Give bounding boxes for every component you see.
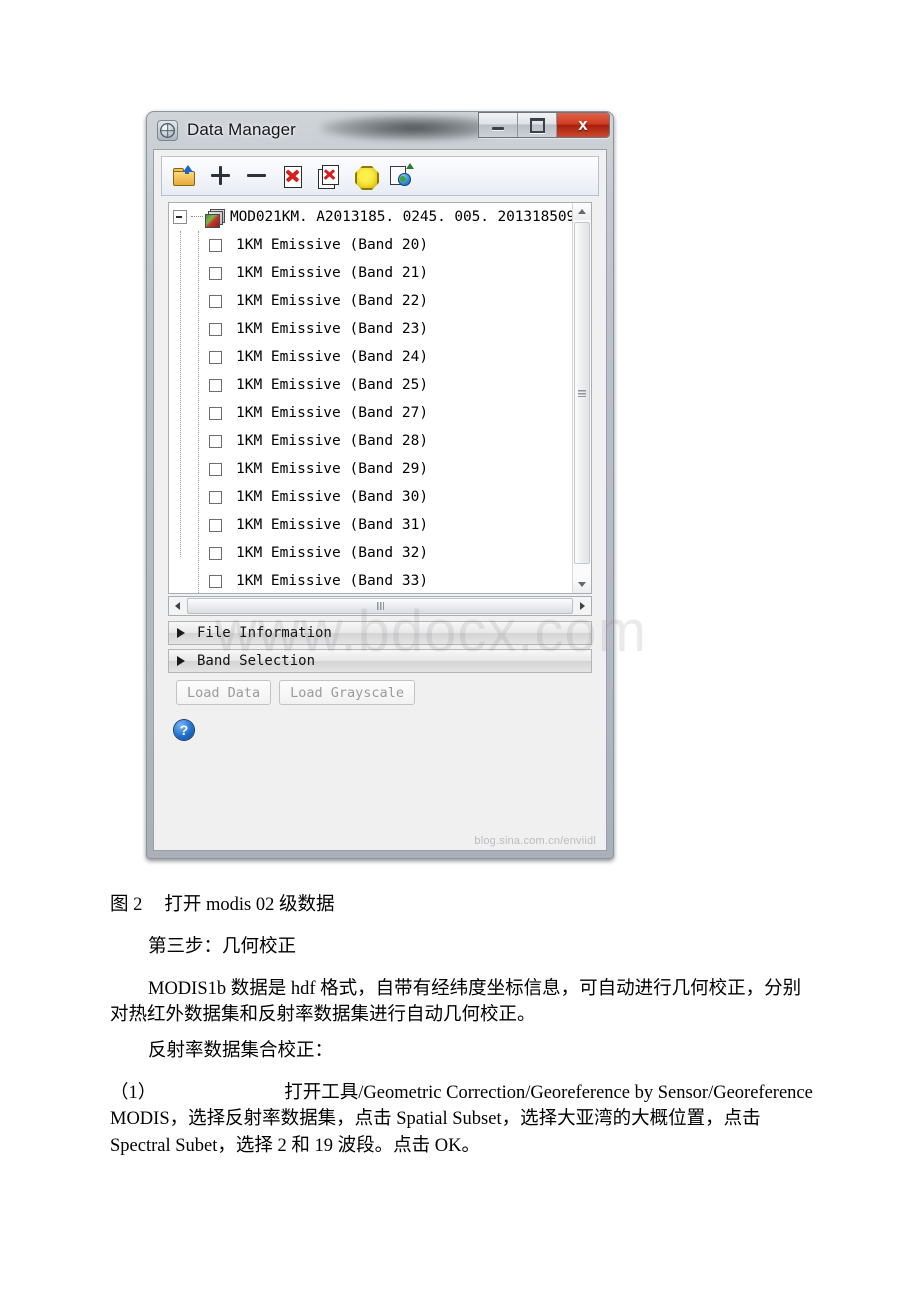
band-checkbox[interactable]	[209, 294, 222, 308]
paragraph-1: MODIS1b 数据是 hdf 格式，自带有经纬度坐标信息，可自动进行几何校正，…	[110, 979, 802, 1026]
paragraph-3-number: （1）	[110, 1083, 157, 1103]
band-label: 1KM Emissive (Band 28)	[236, 433, 429, 449]
action-button-row: Load Data Load Grayscale	[176, 680, 415, 705]
window-title: Data Manager	[187, 120, 296, 139]
plus-icon[interactable]	[208, 163, 234, 189]
scroll-down-arrow-icon[interactable]	[573, 576, 591, 593]
band-label: 1KM Emissive (Band 23)	[236, 321, 429, 337]
band-label: 1KM Emissive (Band 24)	[236, 349, 429, 365]
chevron-right-icon	[177, 656, 185, 666]
band-checkbox[interactable]	[209, 574, 222, 588]
band-label: 1KM Emissive (Band 29)	[236, 461, 429, 477]
panel-label: File Information	[197, 625, 332, 641]
band-label: 1KM Emissive (Band 21)	[236, 265, 429, 281]
tree-band-item[interactable]: 1KM Emissive (Band 23)	[169, 315, 573, 343]
figure-caption-text: 打开 modis 02 级数据	[164, 895, 335, 915]
tree-root-node[interactable]: MOD021KM. A2013185. 0245. 005. 201318509…	[169, 203, 573, 231]
georeference-icon[interactable]	[388, 163, 414, 189]
data-manager-screenshot: Data Manager x MOD021KM. A2013185. 0245.…	[146, 111, 614, 859]
open-file-icon[interactable]	[172, 163, 198, 189]
data-tree[interactable]: MOD021KM. A2013185. 0245. 005. 201318509…	[168, 202, 592, 594]
tree-horizontal-scrollbar[interactable]	[168, 596, 592, 616]
paragraph-2: 反射率数据集合校正：	[148, 1041, 334, 1061]
yellow-octagon-icon[interactable]	[352, 163, 379, 190]
load-data-button[interactable]: Load Data	[176, 680, 272, 705]
vertical-scroll-thumb[interactable]	[574, 222, 590, 564]
band-checkbox[interactable]	[209, 462, 222, 476]
band-label: 1KM Emissive (Band 25)	[236, 377, 429, 393]
tree-vertical-scrollbar[interactable]	[572, 203, 591, 593]
horizontal-scroll-thumb[interactable]	[187, 598, 573, 614]
band-label: 1KM Emissive (Band 22)	[236, 293, 429, 309]
band-checkbox[interactable]	[209, 238, 222, 252]
panel-file-information[interactable]: File Information	[168, 621, 592, 645]
help-icon[interactable]: ?	[174, 720, 194, 740]
band-checkbox[interactable]	[209, 266, 222, 280]
band-checkbox[interactable]	[209, 378, 222, 392]
window-frame: Data Manager x MOD021KM. A2013185. 0245.…	[146, 111, 614, 859]
tree-band-item[interactable]: 1KM Emissive (Band 20)	[169, 231, 573, 259]
tree-band-item[interactable]: 1KM Emissive (Band 32)	[169, 539, 573, 567]
band-checkbox[interactable]	[209, 546, 222, 560]
close-icon[interactable]: x	[557, 113, 609, 137]
tree-band-item[interactable]: 1KM Emissive (Band 25)	[169, 371, 573, 399]
minimize-icon[interactable]	[479, 113, 518, 137]
band-checkbox[interactable]	[209, 434, 222, 448]
close-file-icon[interactable]	[280, 163, 306, 189]
tree-band-item[interactable]: 1KM Emissive (Band 22)	[169, 287, 573, 315]
tree-band-item[interactable]: 1KM Emissive (Band 30)	[169, 483, 573, 511]
caption-buttons: x	[478, 112, 610, 138]
band-label: 1KM Emissive (Band 33)	[236, 573, 429, 589]
figure-caption: 图 2 打开 modis 02 级数据	[110, 892, 335, 918]
scroll-left-arrow-icon[interactable]	[169, 597, 186, 615]
scroll-up-arrow-icon[interactable]	[573, 203, 591, 220]
minus-icon[interactable]	[244, 163, 270, 189]
band-checkbox[interactable]	[209, 518, 222, 532]
band-label: 1KM Emissive (Band 30)	[236, 489, 429, 505]
title-bar[interactable]: Data Manager x	[146, 111, 614, 149]
band-label: 1KM Emissive (Band 20)	[236, 237, 429, 253]
tree-band-item[interactable]: 1KM Emissive (Band 27)	[169, 399, 573, 427]
tree-scroll-viewport: MOD021KM. A2013185. 0245. 005. 201318509…	[169, 203, 573, 593]
tree-node-label: MOD021KM. A2013185. 0245. 005. 201318509…	[230, 209, 573, 225]
tree-connector	[191, 216, 203, 218]
close-all-files-icon[interactable]	[316, 163, 342, 189]
blog-watermark: blog.sina.com.cn/enviidl	[474, 835, 596, 847]
panel-label: Band Selection	[197, 653, 316, 669]
tree-band-item[interactable]: 1KM Emissive (Band 28)	[169, 427, 573, 455]
band-label: 1KM Emissive (Band 32)	[236, 545, 429, 561]
collapse-expander-icon[interactable]	[173, 210, 187, 224]
tree-band-item[interactable]: 1KM Emissive (Band 33)	[169, 567, 573, 593]
band-checkbox[interactable]	[209, 322, 222, 336]
window-client-area: MOD021KM. A2013185. 0245. 005. 201318509…	[153, 149, 607, 851]
paragraph-3: （1） 打开工具/Geometric Correction/Georeferenc…	[110, 1080, 816, 1159]
load-grayscale-button[interactable]: Load Grayscale	[279, 680, 415, 705]
figure-caption-label: 图 2	[110, 895, 143, 915]
tree-band-item[interactable]: 1KM Emissive (Band 29)	[169, 455, 573, 483]
panel-band-selection[interactable]: Band Selection	[168, 649, 592, 673]
band-label: 1KM Emissive (Band 27)	[236, 405, 429, 421]
band-checkbox[interactable]	[209, 350, 222, 364]
chevron-right-icon	[177, 628, 185, 638]
tree-band-item[interactable]: 1KM Emissive (Band 21)	[169, 259, 573, 287]
scroll-right-arrow-icon[interactable]	[574, 597, 591, 615]
tree-band-item[interactable]: 1KM Emissive (Band 31)	[169, 511, 573, 539]
envi-globe-icon	[157, 120, 178, 141]
band-label: 1KM Emissive (Band 31)	[236, 517, 429, 533]
band-checkbox[interactable]	[209, 490, 222, 504]
band-checkbox[interactable]	[209, 406, 222, 420]
step-heading: 第三步：几何校正	[148, 937, 297, 957]
paragraph-3-body: 打开工具/Geometric Correction/Georeference b…	[110, 1083, 813, 1156]
raster-stack-icon	[205, 208, 225, 228]
toolbar	[161, 156, 599, 196]
maximize-icon[interactable]	[518, 113, 557, 137]
tree-band-item[interactable]: 1KM Emissive (Band 24)	[169, 343, 573, 371]
